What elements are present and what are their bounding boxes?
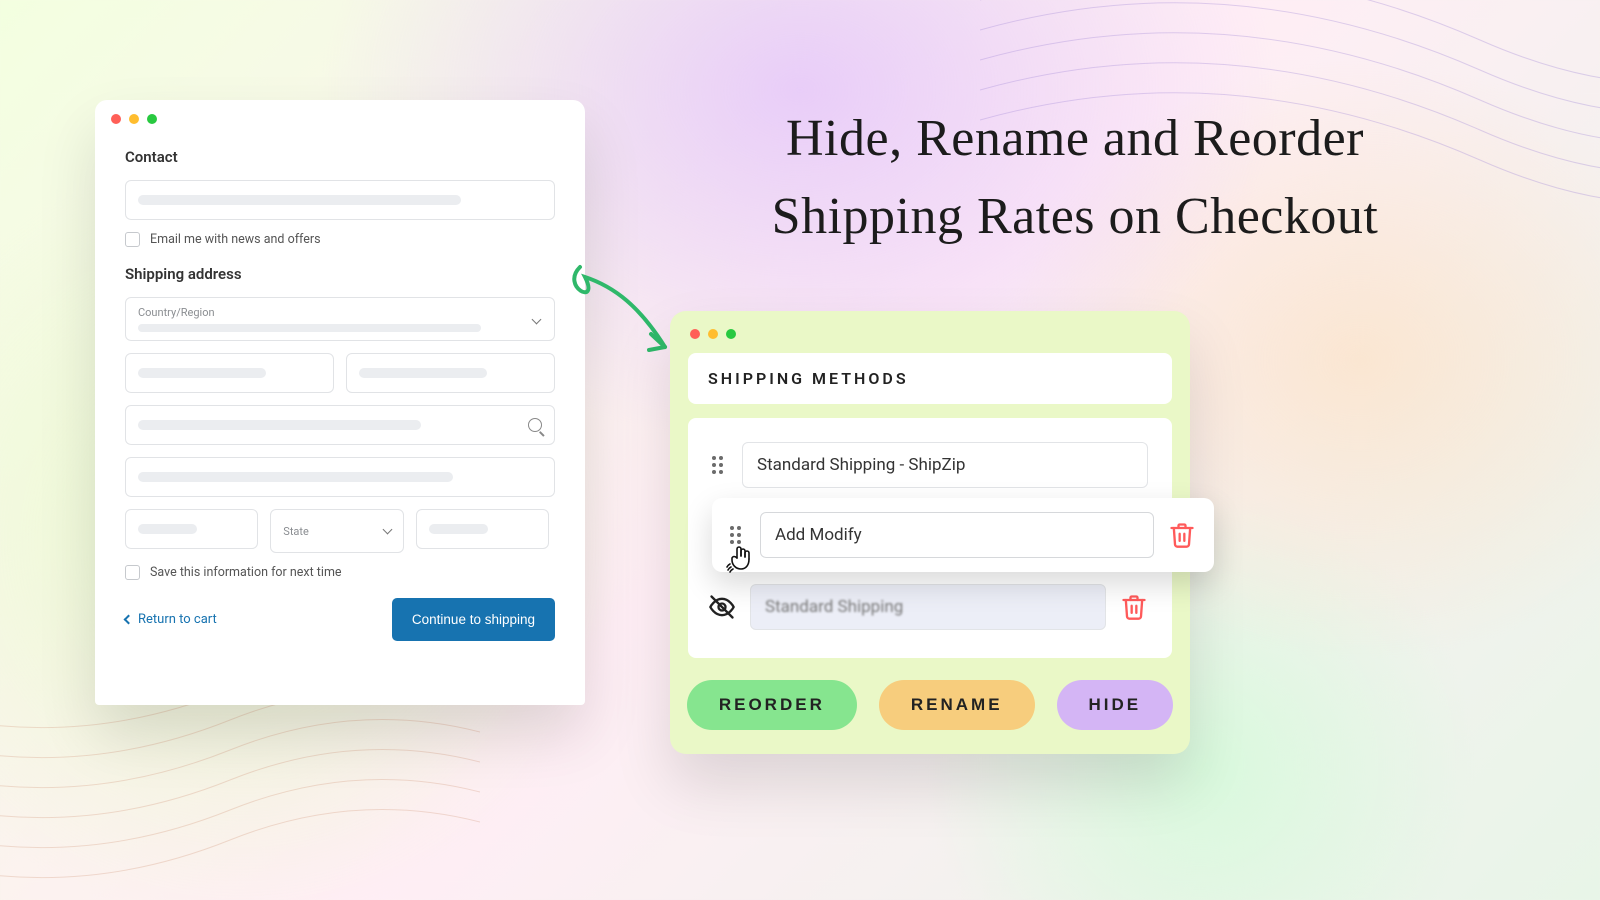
save-info-checkbox[interactable] (125, 565, 140, 580)
trash-icon[interactable] (1168, 521, 1196, 549)
shipping-method-row: Standard Shipping - ShipZip (706, 432, 1154, 498)
address-search-field[interactable] (125, 405, 555, 445)
country-select[interactable]: Country/Region (125, 297, 555, 341)
zip-field[interactable] (416, 509, 549, 549)
headline-line2: Shipping Rates on Checkout (772, 188, 1379, 245)
hide-button[interactable]: HIDE (1057, 680, 1174, 730)
shipping-method-row-hidden: Standard Shipping (706, 574, 1154, 640)
eye-off-icon[interactable] (708, 593, 736, 621)
cursor-hand-icon (724, 540, 760, 576)
window-controls (95, 100, 585, 130)
return-to-cart-link[interactable]: Return to cart (125, 612, 217, 627)
minimize-dot (708, 329, 718, 339)
return-label: Return to cart (138, 612, 217, 627)
headline: Hide, Rename and Reorder Shipping Rates … (680, 100, 1470, 256)
state-label: State (283, 525, 309, 538)
close-dot (690, 329, 700, 339)
minimize-dot (129, 114, 139, 124)
state-select[interactable]: State (270, 509, 403, 553)
drag-handle-icon[interactable] (712, 456, 728, 474)
shipping-methods-panel: SHIPPING METHODS Standard Shipping - Shi… (670, 311, 1190, 754)
city-field[interactable] (125, 509, 258, 549)
headline-line1: Hide, Rename and Reorder (786, 110, 1364, 167)
shipping-method-name-input[interactable]: Standard Shipping - ShipZip (742, 442, 1148, 488)
zoom-dot (726, 329, 736, 339)
checkout-mockup: Contact Email me with news and offers Sh… (95, 100, 585, 705)
shipping-method-name-input-hidden[interactable]: Standard Shipping (750, 584, 1106, 630)
email-news-checkbox[interactable] (125, 232, 140, 247)
first-name-field[interactable] (125, 353, 334, 393)
curly-arrow-icon (555, 252, 685, 372)
shipping-address-heading: Shipping address (125, 265, 555, 283)
chevron-left-icon (124, 615, 134, 625)
chevron-down-icon (382, 525, 392, 535)
shipping-method-row-dragging[interactable]: Add Modify (712, 498, 1214, 572)
shipping-method-label: Add Modify (775, 525, 862, 545)
reorder-button[interactable]: REORDER (687, 680, 857, 730)
shipping-method-label: Standard Shipping - ShipZip (757, 455, 965, 475)
rename-button[interactable]: RENAME (879, 680, 1035, 730)
shipping-method-name-input[interactable]: Add Modify (760, 512, 1154, 558)
continue-to-shipping-button[interactable]: Continue to shipping (392, 598, 555, 641)
contact-email-field[interactable] (125, 180, 555, 220)
window-controls (688, 329, 1172, 353)
country-label: Country/Region (138, 306, 215, 319)
shipping-methods-heading: SHIPPING METHODS (688, 353, 1172, 404)
close-dot (111, 114, 121, 124)
trash-icon[interactable] (1120, 593, 1148, 621)
zoom-dot (147, 114, 157, 124)
last-name-field[interactable] (346, 353, 555, 393)
shipping-methods-list: Standard Shipping - ShipZip Standard Shi… (688, 418, 1172, 658)
shipping-method-label: Standard Shipping (765, 597, 903, 617)
contact-heading: Contact (125, 148, 555, 166)
search-icon (528, 418, 542, 432)
email-news-label: Email me with news and offers (150, 232, 321, 247)
save-info-label: Save this information for next time (150, 565, 342, 580)
address-line2-field[interactable] (125, 457, 555, 497)
chevron-down-icon (532, 315, 542, 325)
